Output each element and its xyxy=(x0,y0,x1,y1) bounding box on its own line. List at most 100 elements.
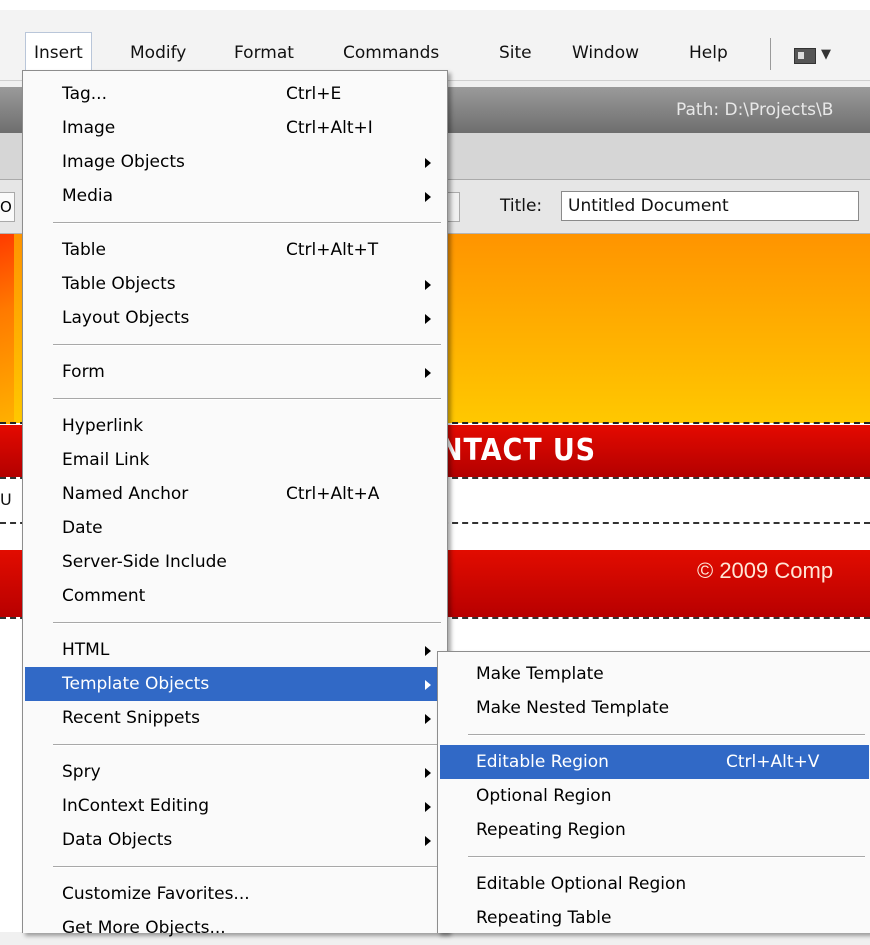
menu-item-label: Image xyxy=(62,118,116,138)
menu-item-label: Editable Optional Region xyxy=(476,874,687,894)
window-top-strip xyxy=(0,0,870,10)
menu-commands[interactable]: Commands xyxy=(335,33,447,73)
menu-item-label: Named Anchor xyxy=(62,484,189,504)
menu-item-label: Get More Objects... xyxy=(62,918,226,938)
submenu-arrow-icon xyxy=(425,836,431,846)
menu-item-email-link[interactable]: Email Link xyxy=(25,443,445,477)
menu-item-media[interactable]: Media xyxy=(25,179,445,213)
submenu-arrow-icon xyxy=(425,802,431,812)
copyright-text: © 2009 Comp xyxy=(697,558,834,583)
menu-item-make-nested-template[interactable]: Make Nested Template xyxy=(440,691,869,725)
menubar-divider xyxy=(770,38,771,70)
title-label: Title: xyxy=(500,196,543,216)
shortcut-label: Ctrl+Alt+V xyxy=(726,752,820,772)
shortcut-label: Ctrl+Alt+I xyxy=(286,118,373,138)
menu-item-label: Spry xyxy=(62,762,101,782)
submenu-arrow-icon xyxy=(425,680,431,690)
menu-item-label: Media xyxy=(62,186,114,206)
menu-item-customize-favorites[interactable]: Customize Favorites... xyxy=(25,877,445,911)
menu-item-editable-optional-region[interactable]: Editable Optional Region xyxy=(440,867,869,901)
menu-site[interactable]: Site xyxy=(491,33,540,73)
menu-item-spry[interactable]: Spry xyxy=(25,755,445,789)
menu-item-html[interactable]: HTML xyxy=(25,633,445,667)
submenu-arrow-icon xyxy=(425,280,431,290)
menu-item-label: Repeating Region xyxy=(476,820,626,840)
submenu-arrow-icon xyxy=(425,314,431,324)
menu-item-label: Email Link xyxy=(62,450,150,470)
menu-separator xyxy=(53,866,441,868)
menu-modify[interactable]: Modify xyxy=(122,33,194,73)
submenu-arrow-icon xyxy=(425,158,431,168)
menu-item-label: Table xyxy=(62,240,106,260)
menu-item-label: Hyperlink xyxy=(62,416,144,436)
menu-item-image[interactable]: Image Ctrl+Alt+I xyxy=(25,111,445,145)
menu-item-server-side-include[interactable]: Server-Side Include xyxy=(25,545,445,579)
menu-item-label: HTML xyxy=(62,640,110,660)
menu-item-template-objects[interactable]: Template Objects xyxy=(25,667,445,701)
menu-item-comment[interactable]: Comment xyxy=(25,579,445,613)
menu-item-label: Make Nested Template xyxy=(476,698,670,718)
menu-item-named-anchor[interactable]: Named Anchor Ctrl+Alt+A xyxy=(25,477,445,511)
menu-separator xyxy=(53,622,441,624)
menu-item-repeating-table[interactable]: Repeating Table xyxy=(440,901,869,935)
menu-item-label: Recent Snippets xyxy=(62,708,201,728)
menu-separator xyxy=(53,344,441,346)
menu-item-label: Form xyxy=(62,362,105,382)
dropdown-arrow-icon: ▼ xyxy=(821,47,831,62)
menu-format[interactable]: Format xyxy=(226,33,302,73)
nav-contact-link: NTACT US xyxy=(440,433,597,468)
menu-item-label: InContext Editing xyxy=(62,796,209,816)
menu-item-label: Layout Objects xyxy=(62,308,190,328)
menu-item-date[interactable]: Date xyxy=(25,511,445,545)
menu-item-optional-region[interactable]: Optional Region xyxy=(440,779,869,813)
menu-item-label: Editable Region xyxy=(476,752,609,772)
menu-item-label: Optional Region xyxy=(476,786,612,806)
template-objects-submenu: Make Template Make Nested Template Editabl… xyxy=(437,651,870,933)
content-text: U xyxy=(0,490,12,509)
menu-separator xyxy=(53,744,441,746)
menu-insert[interactable]: Insert xyxy=(25,32,92,73)
menu-separator xyxy=(468,856,865,858)
menu-item-data-objects[interactable]: Data Objects xyxy=(25,823,445,857)
shortcut-label: Ctrl+Alt+T xyxy=(286,240,379,260)
shortcut-label: Ctrl+Alt+A xyxy=(286,484,380,504)
path-label: Path: D:\Projects\B xyxy=(676,100,834,120)
menu-item-tag[interactable]: Tag... Ctrl+E xyxy=(25,77,445,111)
menu-item-table[interactable]: Table Ctrl+Alt+T xyxy=(25,233,445,267)
view-button[interactable]: O xyxy=(0,192,15,222)
menu-item-get-more-objects[interactable]: Get More Objects... xyxy=(25,911,445,945)
menu-item-table-objects[interactable]: Table Objects xyxy=(25,267,445,301)
menu-item-hyperlink[interactable]: Hyperlink xyxy=(25,409,445,443)
menu-separator xyxy=(53,398,441,400)
menu-item-label: Make Template xyxy=(476,664,604,684)
menu-item-label: Image Objects xyxy=(62,152,185,172)
menu-item-label: Table Objects xyxy=(62,274,176,294)
menu-item-incontext-editing[interactable]: InContext Editing xyxy=(25,789,445,823)
menu-item-image-objects[interactable]: Image Objects xyxy=(25,145,445,179)
menu-item-recent-snippets[interactable]: Recent Snippets xyxy=(25,701,445,735)
insert-menu: Tag... Ctrl+E Image Ctrl+Alt+I Image Objects… xyxy=(22,70,448,938)
menu-window[interactable]: Window xyxy=(564,33,647,73)
menu-help[interactable]: Help xyxy=(681,33,736,73)
menu-item-label: Data Objects xyxy=(62,830,173,850)
menu-item-label: Comment xyxy=(62,586,146,606)
menu-item-layout-objects[interactable]: Layout Objects xyxy=(25,301,445,335)
menu-item-form[interactable]: Form xyxy=(25,355,445,389)
menu-item-editable-region[interactable]: Editable Region Ctrl+Alt+V xyxy=(440,745,869,779)
shortcut-label: Ctrl+E xyxy=(286,84,342,104)
submenu-arrow-icon xyxy=(425,368,431,378)
submenu-arrow-icon xyxy=(425,768,431,778)
banner-graphic xyxy=(0,234,14,424)
submenu-arrow-icon xyxy=(425,192,431,202)
menu-item-label: Date xyxy=(62,518,103,538)
layout-icon xyxy=(794,48,816,64)
menu-item-label: Tag... xyxy=(62,84,107,104)
menu-item-repeating-region[interactable]: Repeating Region xyxy=(440,813,869,847)
document-title-input[interactable] xyxy=(561,191,859,221)
menu-separator xyxy=(53,222,441,224)
menu-item-label: Repeating Table xyxy=(476,908,612,928)
workspace-layout-button[interactable]: ▼ xyxy=(794,44,834,66)
menu-item-label: Customize Favorites... xyxy=(62,884,250,904)
menu-item-make-template[interactable]: Make Template xyxy=(440,657,869,691)
menu-item-label: Server-Side Include xyxy=(62,552,227,572)
